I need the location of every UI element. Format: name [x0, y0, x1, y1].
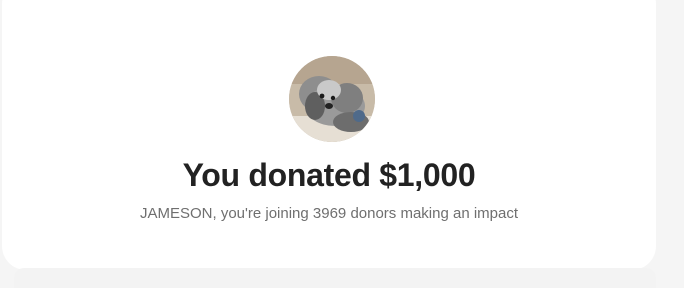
next-section-card [14, 268, 656, 288]
donation-amount-title: You donated $1,000 [182, 157, 476, 193]
donation-confirmation-card: You donated $1,000 JAMESON, you're joini… [2, 0, 656, 270]
donor-avatar [289, 56, 375, 142]
donation-impact-message: JAMESON, you're joining 3969 donors maki… [139, 205, 519, 222]
dog-photo-icon [289, 56, 375, 142]
